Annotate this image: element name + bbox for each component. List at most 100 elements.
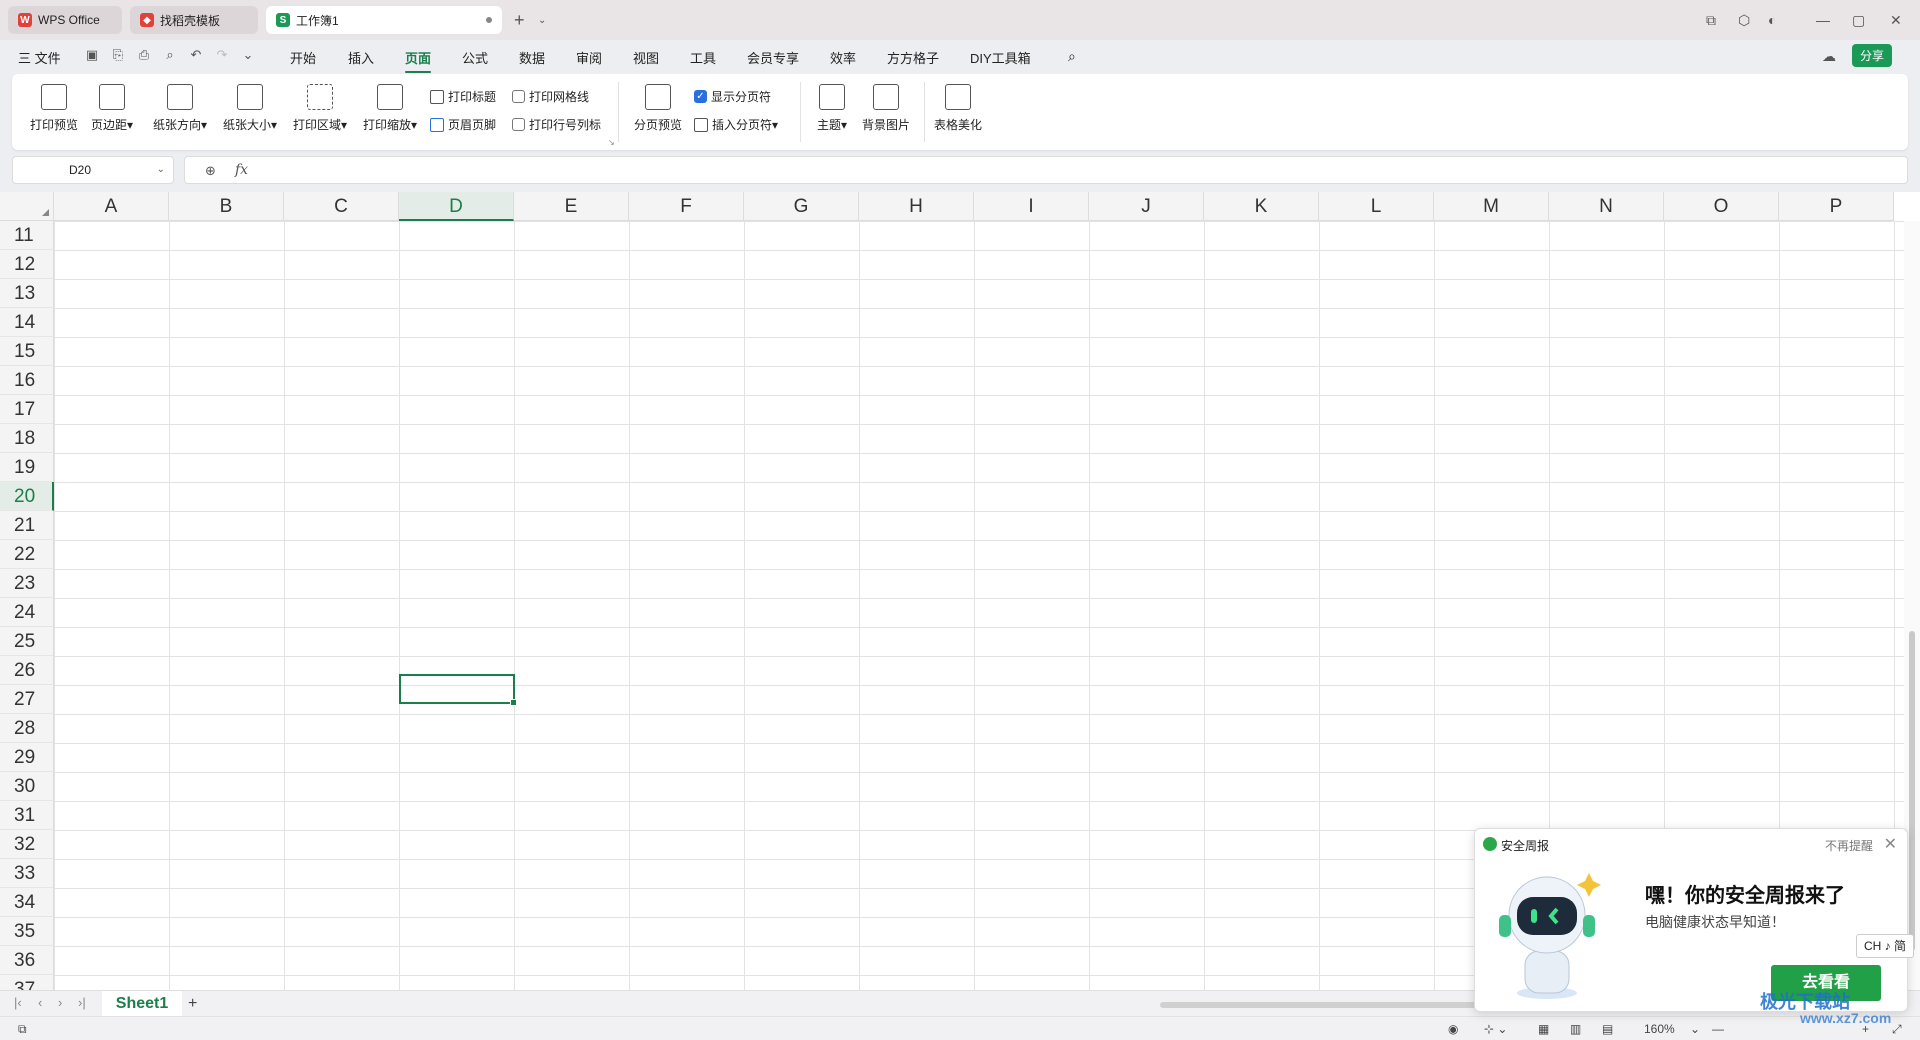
layout-icon[interactable]: ⊹ ⌄ — [1484, 1022, 1507, 1036]
fx-icon[interactable]: fx — [235, 162, 248, 178]
print-preview-button[interactable]: 打印预览 — [24, 84, 84, 133]
export-icon[interactable]: ⎘ — [110, 47, 126, 63]
normal-view-icon[interactable]: ▦ — [1538, 1022, 1549, 1036]
search-icon[interactable]: ⌕ — [1068, 48, 1076, 65]
eye-protect-icon[interactable]: ◉ — [1448, 1022, 1458, 1036]
tab-wps-office[interactable]: W WPS Office — [8, 6, 122, 34]
zoom-out-icon[interactable]: — — [1712, 1022, 1724, 1036]
row-header-23[interactable]: 23 — [0, 569, 54, 598]
name-box[interactable]: D20 ⌄ — [12, 156, 174, 184]
row-header-33[interactable]: 33 — [0, 859, 54, 888]
redo-icon[interactable]: ↷ — [214, 47, 230, 63]
ime-indicator[interactable]: CH ♪ 简 — [1856, 934, 1914, 958]
column-header-b[interactable]: B — [169, 192, 284, 221]
row-header-34[interactable]: 34 — [0, 888, 54, 917]
row-header-35[interactable]: 35 — [0, 917, 54, 946]
row-header-14[interactable]: 14 — [0, 308, 54, 337]
no-remind-link[interactable]: 不再提醒 — [1825, 837, 1873, 854]
chevron-down-icon[interactable]: ⌄ — [157, 157, 165, 183]
menu-page[interactable]: 页面 — [405, 48, 432, 73]
column-header-g[interactable]: G — [744, 192, 859, 221]
theme-button[interactable]: 主题▾ — [802, 84, 862, 133]
row-header-28[interactable]: 28 — [0, 714, 54, 743]
share-button[interactable]: 分享 — [1852, 44, 1893, 67]
row-header-22[interactable]: 22 — [0, 540, 54, 569]
save-icon[interactable]: ▣ — [84, 47, 100, 63]
menu-formula[interactable]: 公式 — [462, 48, 488, 67]
row-header-30[interactable]: 30 — [0, 772, 54, 801]
orientation-button[interactable]: 纸张方向▾ — [150, 84, 210, 133]
row-header-13[interactable]: 13 — [0, 279, 54, 308]
paper-size-button[interactable]: 纸张大小▾ — [220, 84, 280, 133]
menu-fangfang[interactable]: 方方格子 — [887, 48, 939, 67]
menu-diy[interactable]: DIY工具箱 — [970, 48, 1031, 67]
new-tab-icon[interactable]: + — [514, 0, 525, 40]
menu-insert[interactable]: 插入 — [348, 48, 374, 67]
formula-input[interactable]: ⊕ fx — [184, 156, 1908, 184]
column-header-d[interactable]: D — [399, 192, 514, 221]
add-sheet-icon[interactable]: + — [188, 995, 197, 1013]
last-sheet-icon[interactable]: ›| — [78, 995, 86, 1010]
tab-template[interactable]: ◆ 找稻壳模板 — [130, 6, 258, 34]
zoom-icon[interactable]: ⊕ — [205, 163, 216, 179]
scrollbar-thumb[interactable] — [1909, 631, 1915, 951]
prev-sheet-icon[interactable]: ‹ — [38, 995, 42, 1010]
row-header-29[interactable]: 29 — [0, 743, 54, 772]
menu-start[interactable]: 开始 — [290, 48, 316, 67]
cube-icon[interactable]: ⬡ — [1738, 0, 1750, 40]
fullscreen-icon[interactable]: ⤢ — [1892, 1022, 1902, 1037]
row-header-19[interactable]: 19 — [0, 453, 54, 482]
column-header-j[interactable]: J — [1089, 192, 1204, 221]
tab-workbook[interactable]: S 工作簿1 — [266, 6, 502, 34]
zoom-dropdown-icon[interactable]: ⌄ — [1690, 1022, 1700, 1036]
row-header-36[interactable]: 36 — [0, 946, 54, 975]
cloud-icon[interactable]: ☁ — [1822, 48, 1836, 65]
row-header-24[interactable]: 24 — [0, 598, 54, 627]
row-header-25[interactable]: 25 — [0, 627, 54, 656]
row-header-11[interactable]: 11 — [0, 221, 54, 250]
first-sheet-icon[interactable]: |‹ — [14, 995, 22, 1010]
row-header-21[interactable]: 21 — [0, 511, 54, 540]
print-gridlines-checkbox[interactable]: 打印网格线 — [512, 88, 589, 105]
column-header-a[interactable]: A — [54, 192, 169, 221]
menu-efficiency[interactable]: 效率 — [830, 48, 856, 67]
close-icon[interactable]: ✕ — [1884, 834, 1897, 854]
print-preview-icon[interactable]: ⌕ — [162, 47, 178, 63]
dialog-launcher-icon[interactable]: ↘ — [608, 138, 615, 147]
row-header-31[interactable]: 31 — [0, 801, 54, 830]
restore-icon[interactable]: ⧉ — [1706, 0, 1716, 40]
column-header-c[interactable]: C — [284, 192, 399, 221]
row-header-27[interactable]: 27 — [0, 685, 54, 714]
print-icon[interactable]: ⎙ — [136, 47, 152, 63]
menu-member[interactable]: 会员专享 — [747, 48, 799, 67]
margins-button[interactable]: 页边距▾ — [82, 84, 142, 133]
quick-access-dropdown-icon[interactable]: ⌄ — [240, 47, 256, 63]
insert-page-break-button[interactable]: 插入分页符▾ — [694, 116, 778, 133]
column-header-m[interactable]: M — [1434, 192, 1549, 221]
menu-review[interactable]: 审阅 — [576, 48, 602, 67]
show-page-breaks-checkbox[interactable]: ✓ 显示分页符 — [694, 88, 771, 105]
menu-view[interactable]: 视图 — [633, 48, 659, 67]
row-header-20[interactable]: 20 — [0, 482, 54, 511]
select-all-corner[interactable] — [0, 192, 54, 221]
unsaved-dot-icon[interactable] — [486, 17, 492, 23]
row-header-12[interactable]: 12 — [0, 250, 54, 279]
maximize-icon[interactable]: ▢ — [1852, 0, 1865, 40]
undo-icon[interactable]: ↶ — [188, 47, 204, 63]
column-header-i[interactable]: I — [974, 192, 1089, 221]
selected-cell[interactable] — [399, 674, 517, 706]
column-header-l[interactable]: L — [1319, 192, 1434, 221]
print-title-button[interactable]: 打印标题 — [430, 88, 496, 105]
print-scale-button[interactable]: 打印缩放▾ — [360, 84, 420, 133]
table-beautify-button[interactable]: 表格美化 — [928, 84, 988, 133]
column-header-h[interactable]: H — [859, 192, 974, 221]
macro-icon[interactable]: ⧉ — [18, 1022, 27, 1037]
tab-dropdown-icon[interactable]: ⌄ — [538, 0, 546, 40]
column-header-f[interactable]: F — [629, 192, 744, 221]
horizontal-scrollbar[interactable] — [1160, 1002, 1480, 1008]
row-header-26[interactable]: 26 — [0, 656, 54, 685]
print-rowcol-checkbox[interactable]: 打印行号列标 — [512, 116, 601, 133]
file-menu[interactable]: 三 文件 — [18, 48, 61, 67]
row-header-15[interactable]: 15 — [0, 337, 54, 366]
next-sheet-icon[interactable]: › — [58, 995, 62, 1010]
